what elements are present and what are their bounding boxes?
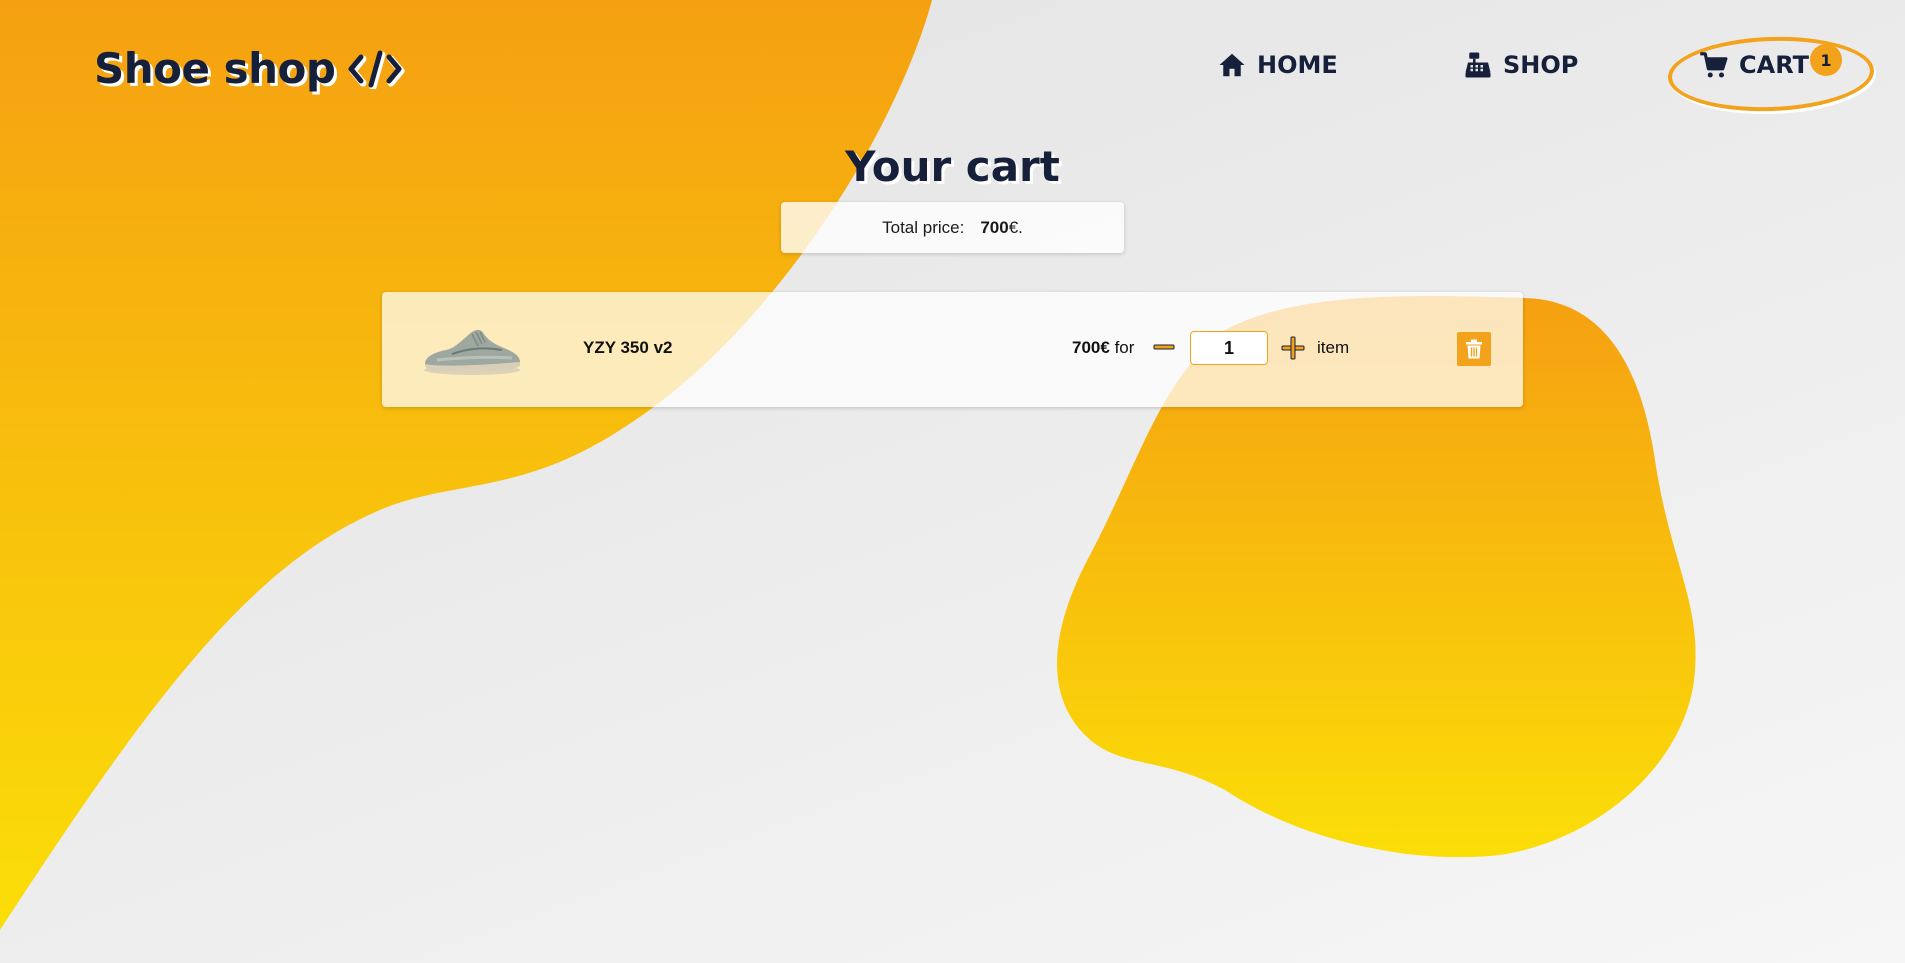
site-logo[interactable]: Shoe shop <box>94 44 405 93</box>
trash-icon <box>1466 339 1482 359</box>
page-title: Your cart <box>845 142 1060 191</box>
quantity-input[interactable] <box>1190 331 1268 365</box>
quantity-unit-label: item <box>1317 338 1350 357</box>
increase-quantity-button[interactable] <box>1281 336 1305 360</box>
delete-item-button[interactable] <box>1457 332 1491 366</box>
cart-icon <box>1700 52 1728 78</box>
left-blob <box>0 0 932 930</box>
total-price-label: Total price: <box>882 217 965 237</box>
total-price-value: 700€. <box>980 217 1023 237</box>
sneaker-image <box>424 329 520 375</box>
nav-cart-link[interactable]: CART <box>1699 50 1809 80</box>
nav-home-label: HOME <box>1257 51 1338 79</box>
home-icon <box>1219 53 1245 77</box>
product-price: 700€ for <box>1072 338 1135 357</box>
cart-item-row: YZY 350 v2 700€ for item <box>382 292 1523 407</box>
nav-home-link[interactable]: HOME <box>1217 50 1338 80</box>
product-name: YZY 350 v2 <box>583 338 673 357</box>
decrease-quantity-button[interactable] <box>1153 336 1175 358</box>
cash-register-icon <box>1465 52 1491 78</box>
logo-text: Shoe shop <box>94 44 336 93</box>
total-price-box: Total price: 700€. <box>781 202 1124 253</box>
cart-count-badge: 1 <box>1810 44 1842 76</box>
code-icon <box>348 50 405 89</box>
nav-shop-label: SHOP <box>1503 51 1579 79</box>
nav-shop-link[interactable]: SHOP <box>1463 50 1578 80</box>
nav-cart-label: CART <box>1739 51 1809 79</box>
